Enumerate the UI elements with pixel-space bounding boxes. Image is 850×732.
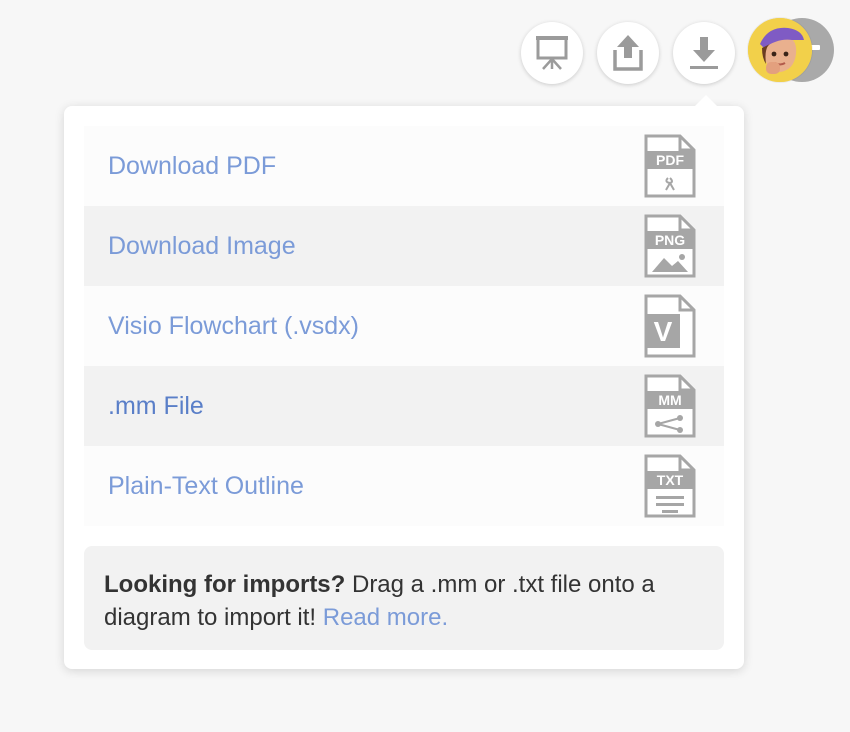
mm-file-icon: MM [644,374,696,438]
option-label: Download Image [108,231,296,260]
svg-text:TXT: TXT [657,472,684,488]
svg-text:MM: MM [658,392,681,408]
svg-text:PNG: PNG [655,232,685,248]
svg-text:PDF: PDF [656,152,684,168]
download-button[interactable] [673,22,735,84]
account-avatars[interactable] [748,18,848,84]
png-file-icon: PNG [644,214,696,278]
visio-file-icon: V [644,294,696,358]
txt-file-icon: TXT [644,454,696,518]
user-avatar[interactable] [748,18,812,82]
plain-text-outline-option[interactable]: Plain-Text Outline TXT [84,446,724,526]
presentation-screen-icon [536,36,568,70]
download-image-option[interactable]: Download Image PNG [84,206,724,286]
pdf-file-icon: PDF [644,134,696,198]
presentation-button[interactable] [521,22,583,84]
download-pdf-option[interactable]: Download PDF PDF [84,126,724,206]
toolbar [0,0,850,110]
svg-text:V: V [654,316,673,347]
read-more-link[interactable]: Read more. [323,604,448,631]
option-label: Visio Flowchart (.vsdx) [108,311,359,340]
popover-caret [694,95,718,107]
visio-flowchart-option[interactable]: Visio Flowchart (.vsdx) V [84,286,724,366]
download-popover: Download PDF PDF Download Image PNG Visi… [64,95,744,669]
imports-note-heading: Looking for imports? [104,571,346,598]
share-button[interactable] [597,22,659,84]
option-label: Plain-Text Outline [108,471,304,500]
upload-icon [613,35,643,71]
download-icon [690,37,718,69]
option-label: .mm File [108,391,204,420]
imports-note: Looking for imports? Drag a .mm or .txt … [84,546,724,650]
download-options-list: Download PDF PDF Download Image PNG Visi… [84,126,724,526]
option-label: Download PDF [108,151,277,180]
mm-file-option[interactable]: .mm File MM [84,366,724,446]
memoji-avatar-icon [748,18,812,82]
